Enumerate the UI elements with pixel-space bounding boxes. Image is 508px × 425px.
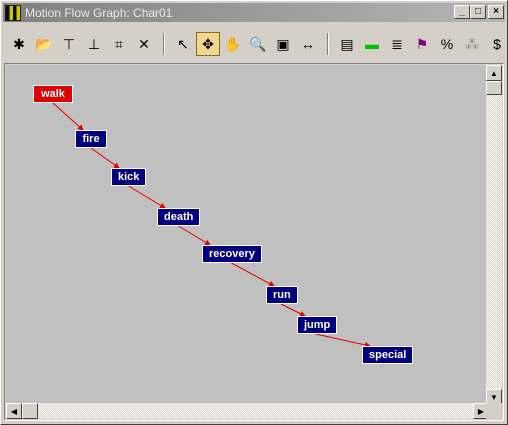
create-motion-icon[interactable]: ✱ xyxy=(7,32,31,56)
window-title: Motion Flow Graph: Char01 xyxy=(25,5,173,20)
edge-layer xyxy=(52,102,371,348)
toolbar-edit-group: ✱ 📂 ⊤ ⊥ ⌗ ✕ xyxy=(7,32,157,56)
dollar-icon[interactable]: $ xyxy=(485,32,508,56)
transition-edge-fire-kick[interactable] xyxy=(90,147,120,169)
vertical-scroll-thumb[interactable] xyxy=(486,81,502,95)
random-icon[interactable]: ⁂ xyxy=(460,32,484,56)
insert-below-icon[interactable]: ⊥ xyxy=(82,32,106,56)
select-flag-icon[interactable]: ⚑ xyxy=(410,32,434,56)
insert-above-icon[interactable]: ⊤ xyxy=(57,32,81,56)
motion-node-recovery[interactable]: recovery xyxy=(202,245,262,263)
transition-edge-walk-fire[interactable] xyxy=(52,102,84,131)
percent-icon[interactable]: % xyxy=(435,32,459,56)
delete-icon[interactable]: ✕ xyxy=(132,32,156,56)
motion-node-death[interactable]: death xyxy=(157,208,201,226)
create-transition-icon[interactable]: ⌗ xyxy=(107,32,131,56)
maximize-button[interactable]: □ xyxy=(470,5,486,19)
transition-edge-recovery-run[interactable] xyxy=(231,262,275,287)
motion-flow-window: Motion Flow Graph: Char01 _ □ × ✱ 📂 ⊤ ⊥ ⌗ ✕ ↖… xyxy=(0,0,508,425)
motion-node-walk[interactable]: walk xyxy=(33,85,73,103)
load-files-icon[interactable]: 📂 xyxy=(32,32,56,56)
transition-edge-jump-special[interactable] xyxy=(315,333,371,348)
transition-edge-kick-death[interactable] xyxy=(128,185,166,209)
toolbar-separator xyxy=(327,33,329,55)
zoom-icon[interactable]: 🔍 xyxy=(246,32,270,56)
horizontal-scrollbar[interactable]: ◀ ▶ xyxy=(6,403,489,419)
motion-node-run[interactable]: run xyxy=(266,286,298,304)
scroll-corner xyxy=(486,403,502,419)
green-bar-icon[interactable]: ▬ xyxy=(360,32,384,56)
graph-area[interactable]: walk fire kick death recovery run jump special xyxy=(6,65,489,405)
minimize-button[interactable]: _ xyxy=(454,5,470,19)
toolbar-nav-group: ↖ ✥ ✋ 🔍 ▣ ↔ xyxy=(171,32,321,56)
motion-node-kick[interactable]: kick xyxy=(111,168,147,186)
pan-hand-icon[interactable]: ✋ xyxy=(221,32,245,56)
app-film-icon xyxy=(5,4,21,21)
graph-canvas: walk fire kick death recovery run jump special … xyxy=(4,63,504,421)
toolbar: ✱ 📂 ⊤ ⊥ ⌗ ✕ ↖ ✥ ✋ 🔍 ▣ ↔ ▤ ▬ ≣ ⚑% ⁂ $ xyxy=(3,26,505,62)
transition-edge-run-jump[interactable] xyxy=(280,303,306,317)
close-button[interactable]: × xyxy=(488,5,504,19)
vertical-scrollbar[interactable]: ▲ ▼ xyxy=(486,65,502,405)
toolbar-motion-group: ▤ ▬ ≣ ⚑% ⁂ $ xyxy=(335,32,508,56)
scroll-left-button[interactable]: ◀ xyxy=(6,403,22,419)
title-bar[interactable]: Motion Flow Graph: Char01 _ □ × xyxy=(3,3,505,22)
select-icon[interactable]: ↖ xyxy=(171,32,195,56)
zoom-region-icon[interactable]: ▣ xyxy=(271,32,295,56)
transition-edge-death-recovery[interactable] xyxy=(178,225,211,246)
zoom-extents-icon[interactable]: ↔ xyxy=(296,32,320,56)
move-icon[interactable]: ✥ xyxy=(196,32,220,56)
scroll-up-button[interactable]: ▲ xyxy=(486,65,502,81)
motion-node-special[interactable]: special xyxy=(362,346,414,364)
toolbar-separator xyxy=(163,33,165,55)
clip-icon[interactable]: ▤ xyxy=(335,32,359,56)
motion-node-fire[interactable]: fire xyxy=(75,130,107,148)
motion-node-jump[interactable]: jump xyxy=(297,316,338,334)
script-icon[interactable]: ≣ xyxy=(385,32,409,56)
horizontal-scroll-thumb[interactable] xyxy=(22,403,38,419)
